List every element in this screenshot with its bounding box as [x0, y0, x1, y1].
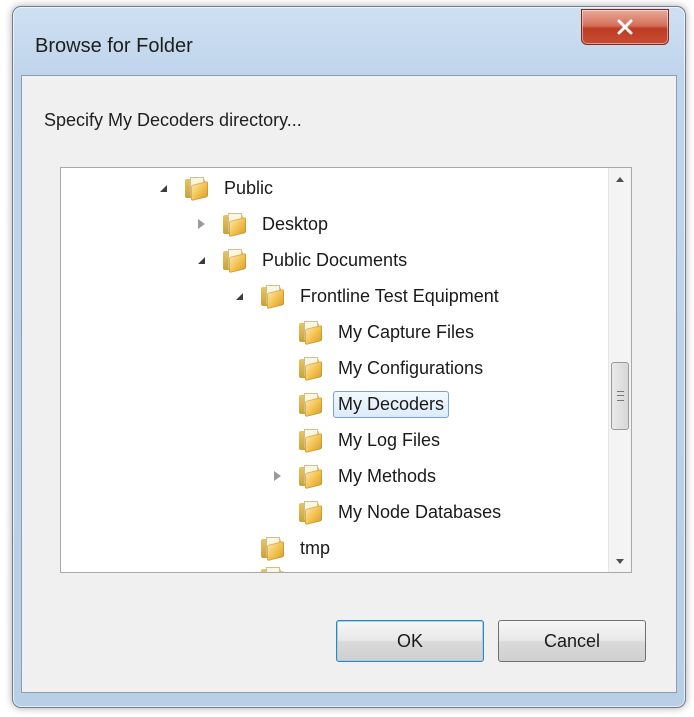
tree-item-my-methods[interactable]: My Methods: [271, 460, 441, 492]
vertical-scrollbar[interactable]: [608, 168, 631, 572]
tree-item-frontline-test-equipment[interactable]: Frontline Test Equipment: [233, 280, 504, 312]
tree-item-label: My Capture Files: [338, 321, 475, 342]
tree-item-my-node-databases[interactable]: My Node Databases: [271, 496, 506, 528]
tree-item-label: Frontline Test Equipment: [300, 285, 499, 306]
tree-item-label: Public Documents: [262, 249, 408, 270]
tree-item-label: Public: [224, 177, 274, 198]
folder-icon: [297, 392, 323, 418]
tree-item-public[interactable]: Public: [157, 172, 278, 204]
tree-item-label: tmp: [300, 537, 331, 558]
tree-item-my-configurations[interactable]: My Configurations: [271, 352, 488, 384]
folder-icon: [297, 464, 323, 490]
tree-item-label: My Node Databases: [338, 501, 502, 522]
expanded-arrow-icon[interactable]: [195, 254, 207, 266]
close-button[interactable]: [581, 9, 669, 45]
tree-item-my-decoders[interactable]: My Decoders: [271, 388, 450, 420]
ok-button[interactable]: OK: [336, 620, 484, 662]
scrollbar-thumb[interactable]: [611, 362, 629, 430]
tree-item-my-log-files[interactable]: My Log Files: [271, 424, 445, 456]
folder-icon: [297, 428, 323, 454]
folder-icon: [221, 212, 247, 238]
scroll-down-arrow-icon[interactable]: [609, 550, 631, 572]
folder-tree[interactable]: Public Desktop Public Documents Frontlin…: [60, 167, 632, 573]
expanded-arrow-icon[interactable]: [157, 182, 169, 194]
tree-item-label: My Log Files: [338, 429, 441, 450]
folder-icon: [259, 536, 285, 562]
folder-icon: [259, 566, 285, 572]
tree-item-public-documents[interactable]: Public Documents: [195, 244, 412, 276]
collapsed-arrow-icon[interactable]: [195, 218, 207, 230]
tree-item-label: My Configurations: [338, 357, 484, 378]
window-title: Browse for Folder: [35, 35, 193, 57]
tree-item-my-capture-files[interactable]: My Capture Files: [271, 316, 479, 348]
tree-item-label: My Methods: [338, 465, 437, 486]
instruction-text: Specify My Decoders directory...: [44, 110, 302, 130]
tree-item-label: Desktop: [262, 213, 329, 234]
grip-icon: [616, 391, 624, 401]
folder-icon: [297, 320, 323, 346]
folder-icon: [221, 248, 247, 274]
tree-item-tmp[interactable]: tmp: [233, 532, 335, 564]
folder-icon: [297, 356, 323, 382]
expanded-arrow-icon[interactable]: [233, 290, 245, 302]
folder-icon: [297, 500, 323, 526]
collapsed-arrow-icon[interactable]: [271, 470, 283, 482]
folder-icon: [259, 284, 285, 310]
folder-icon: [183, 176, 209, 202]
tree-item-desktop[interactable]: Desktop: [195, 208, 333, 240]
scroll-up-arrow-icon[interactable]: [609, 168, 631, 190]
tree-item-partial: [233, 562, 295, 572]
dialog-body: Specify My Decoders directory... Public …: [21, 75, 677, 693]
browse-for-folder-dialog: Browse for Folder Specify My Decoders di…: [12, 6, 686, 708]
cancel-button[interactable]: Cancel: [498, 620, 646, 662]
tree-item-label: My Decoders: [333, 390, 450, 418]
close-icon: [617, 19, 633, 35]
